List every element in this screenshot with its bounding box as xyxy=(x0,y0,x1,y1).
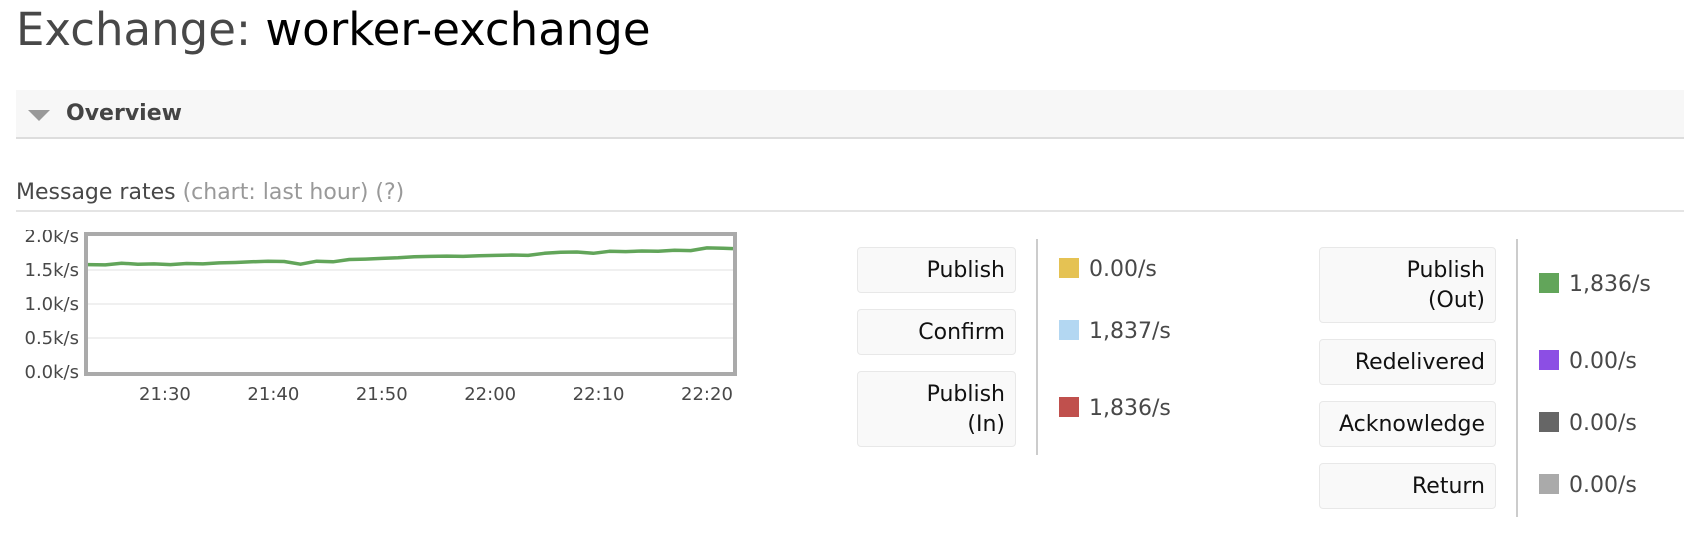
message-rates-label: Message rates xyxy=(16,180,176,205)
legend-divider xyxy=(1036,239,1038,455)
legend-color-swatch xyxy=(1059,320,1079,340)
legend-toggle-return[interactable]: Return xyxy=(1319,463,1496,509)
legend-value: 0.00/s xyxy=(1539,409,1637,439)
page-title: Exchange: worker-exchange xyxy=(16,0,651,60)
legend-label-line: Publish xyxy=(1406,258,1485,283)
help-link[interactable]: (?) xyxy=(375,180,404,205)
legend-toggle-redelivered[interactable]: Redelivered xyxy=(1319,339,1496,385)
x-tick-label: 22:10 xyxy=(573,384,625,405)
legend-toggle-publish-in[interactable]: Publish (In) xyxy=(857,371,1016,447)
legend-toggle-publish-out[interactable]: Publish (Out) xyxy=(1319,247,1496,323)
y-tick-label: 1.5k/s xyxy=(25,260,80,281)
legend-rate-text: 0.00/s xyxy=(1569,349,1637,374)
chart-svg: 0.0k/s 0.5k/s 1.0k/s 1.5k/s 2.0k/s 21:30 21:40… xyxy=(25,230,737,405)
legend-rate-text: 0.00/s xyxy=(1089,257,1157,282)
message-rates-heading: Message rates (chart: last hour) (?) xyxy=(16,178,1684,212)
legend-toggle-acknowledge[interactable]: Acknowledge xyxy=(1319,401,1496,447)
x-tick-label: 21:30 xyxy=(139,384,191,405)
legend-label-line: (Out) xyxy=(1427,288,1485,313)
legend-value: 1,836/s xyxy=(1059,394,1171,424)
legend-value: 0.00/s xyxy=(1059,255,1157,285)
overview-section-label: Overview xyxy=(66,101,182,126)
legend-color-swatch xyxy=(1539,350,1559,370)
legend-color-swatch xyxy=(1059,258,1079,278)
x-tick-label: 22:20 xyxy=(681,384,733,405)
x-tick-label: 22:00 xyxy=(464,384,516,405)
page-title-prefix: Exchange: xyxy=(16,3,252,56)
legend-rate-text: 1,837/s xyxy=(1089,319,1171,344)
y-tick-label: 0.5k/s xyxy=(25,328,80,349)
y-tick-label: 1.0k/s xyxy=(25,294,80,315)
legend-value: 0.00/s xyxy=(1539,347,1637,377)
chart-range-link[interactable]: (chart: last hour) xyxy=(183,180,369,205)
x-tick-label: 21:50 xyxy=(356,384,408,405)
legend-toggle-confirm[interactable]: Confirm xyxy=(857,309,1016,355)
legend-label-line: Return xyxy=(1411,474,1485,499)
y-tick-label: 0.0k/s xyxy=(25,362,80,383)
legend-label-line: Acknowledge xyxy=(1338,412,1485,437)
legend-color-swatch xyxy=(1539,412,1559,432)
overview-section-toggle[interactable]: Overview xyxy=(16,90,1684,139)
x-tick-label: 21:40 xyxy=(247,384,299,405)
legend-color-swatch xyxy=(1059,397,1079,417)
message-rates-chart: 0.0k/s 0.5k/s 1.0k/s 1.5k/s 2.0k/s 21:30 21:40… xyxy=(0,230,800,440)
legend-value: 1,837/s xyxy=(1059,317,1171,347)
legend-rate-text: 1,836/s xyxy=(1569,272,1651,297)
legend-value: 1,836/s xyxy=(1539,270,1651,300)
exchange-name: worker-exchange xyxy=(265,3,651,56)
legend-color-swatch xyxy=(1539,273,1559,293)
collapse-triangle-icon xyxy=(28,110,50,121)
legend-divider xyxy=(1516,239,1518,517)
legend-label-line: (In) xyxy=(967,412,1005,437)
legend-color-swatch xyxy=(1539,474,1559,494)
legend-label-line: Redelivered xyxy=(1354,350,1485,375)
legend-label-line: Publish xyxy=(926,258,1005,283)
legend-label-line: Publish xyxy=(926,382,1005,407)
legend-rate-text: 1,836/s xyxy=(1089,396,1171,421)
legend-label-line: Confirm xyxy=(918,320,1005,345)
legend-rate-text: 0.00/s xyxy=(1569,411,1637,436)
legend-toggle-publish[interactable]: Publish xyxy=(857,247,1016,293)
y-tick-label: 2.0k/s xyxy=(25,230,80,247)
legend-value: 0.00/s xyxy=(1539,471,1637,501)
legend-rate-text: 0.00/s xyxy=(1569,473,1637,498)
